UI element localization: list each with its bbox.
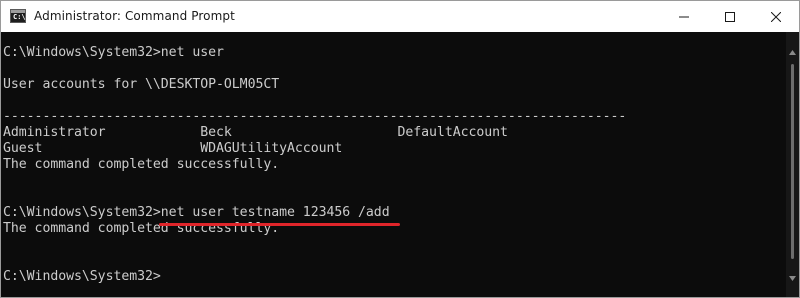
console-line: The command completed successfully. (3, 157, 280, 172)
title-bar[interactable]: C:\ Administrator: Command Prompt (1, 1, 799, 32)
console-line: C:\Windows\System32> (3, 269, 161, 284)
console-line: Guest WDAGUtilityAccount (3, 141, 343, 156)
command-prompt-window: C:\ Administrator: Command Prompt C:\Win… (0, 0, 800, 298)
scroll-down-arrow-icon[interactable] (788, 274, 797, 283)
red-annotation-underline (159, 223, 400, 226)
console-line: Administrator Beck DefaultAccount (3, 125, 508, 140)
minimize-icon (679, 16, 689, 17)
console-line: User accounts for \\DESKTOP-OLM05CT (3, 77, 280, 92)
scrollbar-thumb[interactable] (791, 64, 794, 259)
console-line: C:\Windows\System32>net user (3, 45, 224, 60)
maximize-button[interactable] (707, 1, 753, 32)
close-icon (771, 11, 781, 22)
maximize-icon (725, 11, 735, 22)
console-line: C:\Windows\System32>net user testname 12… (3, 205, 390, 220)
window-title: Administrator: Command Prompt (34, 9, 235, 23)
close-button[interactable] (753, 1, 799, 32)
console-line: ----------------------------------------… (3, 109, 627, 124)
minimize-button[interactable] (661, 1, 707, 32)
command-prompt-icon-text: C:\ (13, 13, 26, 21)
console-output[interactable]: C:\Windows\System32>net user User accoun… (1, 32, 786, 297)
vertical-scrollbar[interactable] (786, 32, 799, 297)
scroll-up-arrow-icon[interactable] (788, 48, 797, 57)
command-prompt-icon[interactable]: C:\ (10, 9, 26, 23)
